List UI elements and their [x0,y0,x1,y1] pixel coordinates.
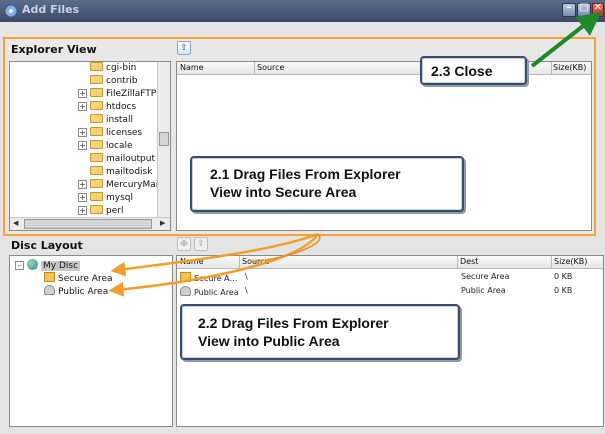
tree-item[interactable]: mailoutput [90,153,155,166]
column-name[interactable]: Name [180,257,204,266]
column-source[interactable]: Source [242,257,269,266]
scroll-left-icon[interactable]: ◀ [13,219,18,227]
expand-icon[interactable]: + [78,89,87,98]
tree-item[interactable]: + FileZillaFTP [78,88,156,101]
folder-icon [90,140,103,149]
folder-icon [90,205,103,214]
column-source[interactable]: Source [257,63,284,72]
tree-horizontal-scrollbar[interactable]: ◀ ▶ [10,217,170,230]
disc-layout-label: Disc Layout [11,239,83,252]
lock-icon [180,272,191,282]
row-size: 0 KB [554,272,573,281]
scroll-thumb[interactable] [24,219,152,229]
expand-icon[interactable]: + [78,193,87,202]
callout-text: View into Public Area [198,333,340,349]
secure-area-item[interactable]: Secure Area [44,272,113,284]
up-folder-disc-button[interactable]: ⇧ [194,237,208,251]
expand-icon[interactable]: + [78,206,87,215]
tree-item[interactable]: + licenses [78,127,142,140]
tree-item[interactable]: + htdocs [78,101,136,114]
folder-icon [90,127,103,136]
row-source: \ [245,286,248,295]
globe-icon [27,259,38,270]
tree-item[interactable]: cgi-bin [90,62,136,75]
public-folder-icon [44,285,55,295]
tree-item[interactable]: + mysql [78,192,133,205]
public-folder-icon [180,286,191,296]
app-icon [4,4,18,18]
column-size[interactable]: Size(KB) [554,257,587,266]
new-folder-button[interactable]: ⊕ [177,237,191,251]
window-title: Add Files [22,3,80,16]
explorer-folder-tree[interactable]: cgi-bin contrib + FileZillaFTP + htdocs in… [9,61,171,231]
up-arrow-icon: ⇧ [197,239,205,249]
row-name: Public Area [180,286,239,297]
expand-icon[interactable]: + [78,141,87,150]
close-callout: 2.3 Close [420,56,527,85]
column-separator [551,256,552,269]
folder-icon [90,153,103,162]
disc-root-item[interactable]: – My Disc [15,259,81,271]
row-dest: Secure Area [461,272,510,281]
maximize-icon: □ [579,2,589,13]
folder-icon [90,101,103,110]
disc-tree[interactable]: – My Disc Secure Area Public Area [9,255,173,427]
scroll-right-icon[interactable]: ▶ [160,219,165,227]
folder-icon [90,75,103,84]
callout-text: View into Secure Area [210,184,357,200]
disc-list-header: Name Source Dest Size(KB) [177,256,603,269]
explorer-list-header: Name Source Size(KB) [177,62,591,75]
column-size[interactable]: Size(KB) [553,63,586,72]
public-area-item[interactable]: Public Area [44,285,108,297]
row-source: \ [245,272,248,281]
up-folder-button[interactable]: ⇧ [177,41,191,55]
folder-icon [90,62,103,71]
new-folder-icon: ⊕ [180,239,188,249]
column-dest[interactable]: Dest [460,257,478,266]
up-arrow-icon: ⇧ [180,43,188,53]
folder-icon [90,114,103,123]
maximize-button[interactable]: □ [577,2,591,17]
row-size: 0 KB [554,286,573,295]
callout-text: 2.2 Drag Files From Explorer [198,315,389,331]
tree-item[interactable]: contrib [90,75,138,88]
folder-icon [90,179,103,188]
folder-icon [90,166,103,175]
close-button[interactable]: ✕ [592,2,604,17]
expand-icon[interactable]: + [78,180,87,189]
folder-icon [90,88,103,97]
row-dest: Public Area [461,286,506,295]
tree-item[interactable]: + locale [78,140,133,153]
column-separator [254,62,255,75]
expand-icon[interactable]: + [78,102,87,111]
add-files-window: Add Files – □ ✕ Explorer View ⇧ cgi-bin … [0,0,605,434]
scroll-thumb[interactable] [159,132,169,146]
explorer-view-label: Explorer View [11,43,97,56]
title-bar: Add Files – □ ✕ [0,0,605,22]
column-separator [457,256,458,269]
minimize-icon: – [566,2,572,13]
public-area-callout: 2.2 Drag Files From Explorer View into P… [180,304,460,360]
lock-icon [44,272,55,282]
callout-text: 2.3 Close [431,63,493,79]
tree-vertical-scrollbar[interactable] [157,62,170,218]
callout-text: 2.1 Drag Files From Explorer [210,166,401,182]
collapse-icon[interactable]: – [15,261,24,270]
column-separator [239,256,240,269]
tree-item[interactable]: + MercuryMail [78,179,161,192]
table-row[interactable]: Public Area \ Public Area 0 KB [177,286,603,299]
tree-item[interactable]: mailtodisk [90,166,152,179]
column-name[interactable]: Name [180,63,204,72]
table-row[interactable]: Secure A… \ Secure Area 0 KB [177,272,603,285]
close-icon: ✕ [593,2,603,13]
folder-icon [90,192,103,201]
column-separator [551,62,552,75]
secure-area-callout: 2.1 Drag Files From Explorer View into S… [190,156,464,212]
tree-item[interactable]: install [90,114,133,127]
minimize-button[interactable]: – [562,2,576,17]
expand-icon[interactable]: + [78,128,87,137]
row-name: Secure A… [180,272,238,283]
